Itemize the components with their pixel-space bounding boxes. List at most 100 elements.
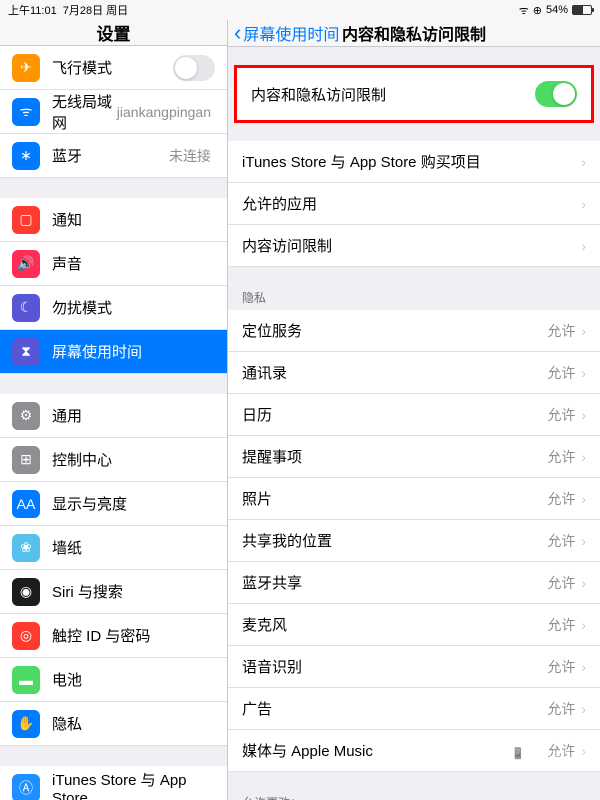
chevron-right-icon: › [581, 617, 586, 633]
sidebar-item-蓝牙[interactable]: ∗ 蓝牙未连接 [0, 134, 227, 178]
control-icon: ⊞ [12, 446, 40, 474]
sidebar-item-label: 通知 [52, 209, 215, 230]
detail-row-label: 蓝牙共享 [242, 572, 547, 593]
sidebar-item-飞行模式[interactable]: ✈飞行模式 [0, 46, 227, 90]
sidebar-item-label: 隐私 [52, 713, 215, 734]
detail-row-value: 允许 [547, 363, 575, 383]
detail-pane: ‹ 屏幕使用时间 内容和隐私访问限制 内容和隐私访问限制 iTunes Stor… [228, 20, 600, 800]
touchid-icon: ◎ [12, 622, 40, 650]
detail-row-value: 允许 [547, 447, 575, 467]
sidebar-item-隐私[interactable]: ✋ 隐私 [0, 702, 227, 746]
detail-row[interactable]: 允许的应用› [228, 183, 600, 225]
sidebar-item-触控 ID 与密码[interactable]: ◎ 触控 ID 与密码 [0, 614, 227, 658]
notification-icon: ▢ [12, 206, 40, 234]
detail-row-value: 允许 [547, 573, 575, 593]
detail-row[interactable]: 日历允许› [228, 394, 600, 436]
sidebar-item-声音[interactable]: 🔊 声音 [0, 242, 227, 286]
detail-row-label: 广告 [242, 698, 547, 719]
appstore-icon: Ⓐ [12, 774, 40, 800]
sidebar-item-label: 墙纸 [52, 537, 215, 558]
detail-row-label: 媒体与 Apple Music [242, 740, 547, 761]
wallpaper-icon: ❀ [12, 534, 40, 562]
detail-row-value: 允许 [547, 531, 575, 551]
chevron-right-icon: › [581, 449, 586, 465]
sidebar-item-label: 蓝牙 [52, 145, 169, 166]
detail-row-value: 允许 [547, 699, 575, 719]
sidebar-item-通知[interactable]: ▢ 通知 [0, 198, 227, 242]
wifi-icon: ᯤ [12, 98, 40, 126]
toggle[interactable] [173, 55, 215, 81]
detail-row[interactable]: 内容访问限制› [228, 225, 600, 267]
chevron-right-icon: › [581, 659, 586, 675]
detail-title: 内容和隐私访问限制 [342, 21, 486, 45]
section-header: 允许更改： [228, 788, 600, 800]
detail-row[interactable]: 共享我的位置允许 › [228, 520, 600, 562]
detail-row-label: 日历 [242, 404, 547, 425]
detail-row[interactable]: 提醒事项允许 › [228, 436, 600, 478]
sidebar-item-label: 无线局域网 [52, 91, 117, 133]
detail-row[interactable]: iTunes Store 与 App Store 购买项目› [228, 141, 600, 183]
sidebar-item-label: 勿扰模式 [52, 297, 215, 318]
detail-row-value: 允许 [547, 741, 575, 761]
sidebar-item-label: 屏幕使用时间 [52, 341, 215, 362]
dnd-icon: ☾ [12, 294, 40, 322]
restrictions-toggle[interactable] [535, 81, 577, 107]
detail-row-label: 提醒事项 [242, 446, 547, 467]
detail-header: ‹ 屏幕使用时间 内容和隐私访问限制 [228, 20, 600, 47]
back-button[interactable]: ‹ 屏幕使用时间 [228, 20, 339, 46]
sidebar-item-label: 飞行模式 [52, 57, 173, 78]
chevron-right-icon: › [581, 323, 586, 339]
sidebar-item-detail: 未连接 [169, 146, 211, 166]
sidebar-item-label: 通用 [52, 405, 215, 426]
sidebar-item-label: 控制中心 [52, 449, 215, 470]
screentime-icon: ⧗ [12, 338, 40, 366]
general-icon: ⚙ [12, 402, 40, 430]
sidebar-item-iTunes Store 与 App Store[interactable]: ⒶiTunes Store 与 App Store [0, 766, 227, 800]
detail-row-label: 语音识别 [242, 656, 547, 677]
detail-row-value: 允许 [547, 321, 575, 341]
detail-row-label: 照片 [242, 488, 547, 509]
wifi-status-icon: ᯤ [519, 3, 529, 18]
detail-row-value: 允许 [547, 657, 575, 677]
detail-row-label: 允许的应用 [242, 193, 581, 214]
sidebar-item-label: Siri 与搜索 [52, 581, 215, 602]
detail-row-value: 允许 [547, 489, 575, 509]
bluetooth-icon: ∗ [12, 142, 40, 170]
chevron-right-icon: › [581, 365, 586, 381]
detail-row-label: 定位服务 [242, 320, 547, 341]
detail-row-label: 共享我的位置 [242, 530, 547, 551]
sidebar-title: 设置 [0, 20, 227, 46]
chevron-right-icon: › [581, 533, 586, 549]
detail-row[interactable]: 媒体与 Apple Music允许› [228, 730, 600, 772]
battery-icon: ▬ [12, 666, 40, 694]
sidebar-item-通用[interactable]: ⚙ 通用 [0, 394, 227, 438]
detail-row[interactable]: 麦克风允许› [228, 604, 600, 646]
sidebar-item-控制中心[interactable]: ⊞ 控制中心 [0, 438, 227, 482]
sidebar-item-label: 电池 [52, 669, 215, 690]
chevron-right-icon: › [581, 491, 586, 507]
sound-icon: 🔊 [12, 250, 40, 278]
sidebar-item-label: 触控 ID 与密码 [52, 625, 215, 646]
detail-row[interactable]: 蓝牙共享允许› [228, 562, 600, 604]
sidebar-item-无线局域网[interactable]: ᯤ无线局域网jiankangpingan [0, 90, 227, 134]
sidebar-item-墙纸[interactable]: ❀ 墙纸 [0, 526, 227, 570]
sidebar-item-Siri 与搜索[interactable]: ◉ Siri 与搜索 [0, 570, 227, 614]
chevron-left-icon: ‹ [234, 20, 241, 46]
siri-icon: ◉ [12, 578, 40, 606]
sidebar-item-勿扰模式[interactable]: ☾ 勿扰模式 [0, 286, 227, 330]
detail-row[interactable]: 语音识别允许 › [228, 646, 600, 688]
chevron-right-icon: › [581, 154, 586, 170]
sidebar-item-显示与亮度[interactable]: AA 显示与亮度 [0, 482, 227, 526]
sidebar-item-label: 声音 [52, 253, 215, 274]
detail-row[interactable]: 通讯录允许› [228, 352, 600, 394]
detail-row-label: 麦克风 [242, 614, 547, 635]
sidebar-item-label: 显示与亮度 [52, 493, 215, 514]
detail-row[interactable]: 定位服务允许 › [228, 310, 600, 352]
detail-row[interactable]: 照片允许 › [228, 478, 600, 520]
display-icon: AA [12, 490, 40, 518]
privacy-icon: ✋ [12, 710, 40, 738]
restrictions-toggle-row[interactable]: 内容和隐私访问限制 [237, 68, 591, 120]
detail-row[interactable]: 广告允许› [228, 688, 600, 730]
sidebar-item-屏幕使用时间[interactable]: ⧗ 屏幕使用时间 [0, 330, 227, 374]
sidebar-item-电池[interactable]: ▬ 电池 [0, 658, 227, 702]
